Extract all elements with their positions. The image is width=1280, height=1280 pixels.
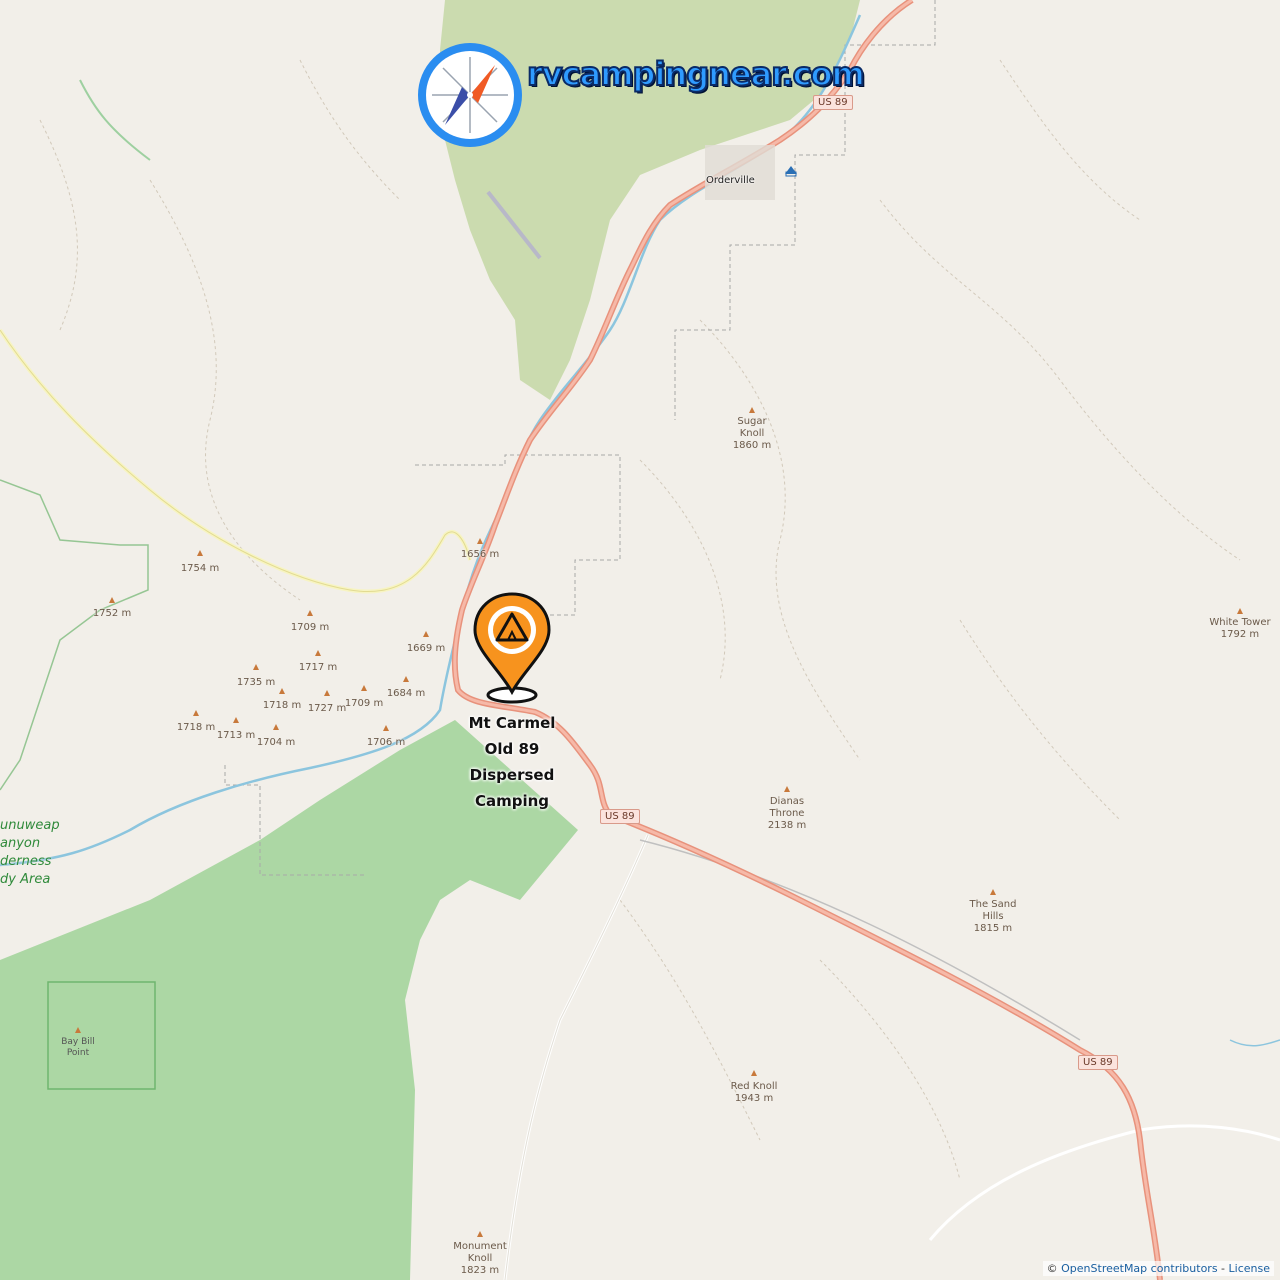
peak-label: 1754 m xyxy=(180,563,220,574)
peak-icon xyxy=(423,631,429,637)
river-east xyxy=(1229,1039,1280,1047)
peak-icon xyxy=(784,786,790,792)
peak-label: 1752 m xyxy=(92,608,132,619)
highway-shield: US 89 xyxy=(813,95,853,110)
wilderness-label: unuweap anyon derness dy Area xyxy=(0,818,60,887)
peak-icon xyxy=(1237,608,1243,614)
peak-icon xyxy=(324,690,330,696)
peak-label: 1718 m xyxy=(176,722,216,733)
peak-icon xyxy=(477,1231,483,1237)
peak-icon xyxy=(193,710,199,716)
peak-label: Red Knoll 1943 m xyxy=(730,1081,778,1104)
highway-shield: US 89 xyxy=(600,809,640,824)
peak-label: 1704 m xyxy=(256,737,296,748)
camping-pin-icon xyxy=(473,592,551,704)
peak-label: 1709 m xyxy=(290,622,330,633)
map-base-layer xyxy=(0,0,1280,1280)
peak-icon xyxy=(361,685,367,691)
peak-label: 1656 m xyxy=(460,549,500,560)
peak-icon xyxy=(279,688,285,694)
license-link[interactable]: License xyxy=(1229,1262,1270,1275)
peak-label: 1727 m xyxy=(307,703,347,714)
highway-shield: US 89 xyxy=(1078,1055,1118,1070)
peak-label: 1713 m xyxy=(216,730,256,741)
peak-icon xyxy=(233,717,239,723)
compass-icon xyxy=(418,43,522,147)
peak-icon xyxy=(403,676,409,682)
minor-road xyxy=(503,834,650,1280)
peak-icon xyxy=(383,725,389,731)
peak-label: 1669 m xyxy=(406,643,446,654)
peak-icon xyxy=(751,1070,757,1076)
town-road xyxy=(928,1124,1280,1241)
peak-label: Dianas Throne 2138 m xyxy=(767,796,807,831)
map-canvas[interactable]: US 89 US 89 US 89 Orderville Sugar Knoll 1… xyxy=(0,0,1280,1280)
peak-label: 1684 m xyxy=(386,688,426,699)
peak-label: 1718 m xyxy=(262,700,302,711)
peak-label: 1735 m xyxy=(236,677,276,688)
peak-icon xyxy=(990,889,996,895)
secondary-road xyxy=(0,328,472,594)
peak-icon xyxy=(253,664,259,670)
peak-icon xyxy=(75,1027,81,1033)
peak-icon xyxy=(273,724,279,730)
peak-label: 1706 m xyxy=(366,737,406,748)
peak-icon xyxy=(307,610,313,616)
peak-label: 1709 m xyxy=(344,698,384,709)
peak-label: White Tower 1792 m xyxy=(1209,617,1271,640)
brand-logo-text[interactable]: rvcampingnear.com xyxy=(526,54,866,94)
peak-icon xyxy=(315,650,321,656)
bay-bill-label: Bay Bill Point xyxy=(61,1037,95,1058)
town-area xyxy=(705,145,775,200)
peak-icon xyxy=(749,407,755,413)
wilderness-outline xyxy=(0,479,149,791)
peak-icon xyxy=(477,538,483,544)
peak-label: 1717 m xyxy=(298,662,338,673)
peak-icon xyxy=(109,597,115,603)
campsite-label[interactable]: Mt Carmel Old 89 Dispersed Camping xyxy=(469,710,556,814)
map-attribution: © OpenStreetMap contributors - License xyxy=(1042,1261,1274,1276)
town-label[interactable]: Orderville xyxy=(706,175,755,186)
peak-icon xyxy=(197,550,203,556)
peak-label: Monument Knoll 1823 m xyxy=(453,1241,507,1276)
peak-label: The Sand Hills 1815 m xyxy=(969,899,1017,934)
osm-contributors-link[interactable]: OpenStreetMap contributors xyxy=(1061,1262,1217,1275)
peak-label: Sugar Knoll 1860 m xyxy=(732,416,772,451)
river-branch xyxy=(79,79,151,161)
